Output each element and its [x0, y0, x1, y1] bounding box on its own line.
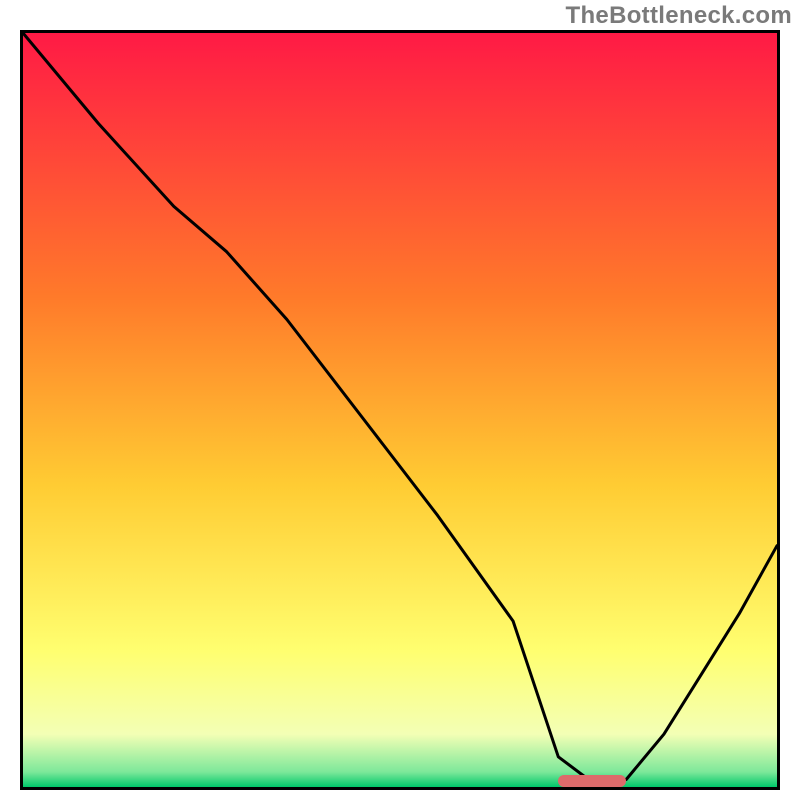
watermark-text: TheBottleneck.com	[566, 2, 792, 30]
optimal-range-marker	[558, 775, 626, 787]
chart-plot-area	[20, 30, 780, 790]
chart-svg	[23, 33, 777, 787]
gradient-background	[23, 33, 777, 787]
